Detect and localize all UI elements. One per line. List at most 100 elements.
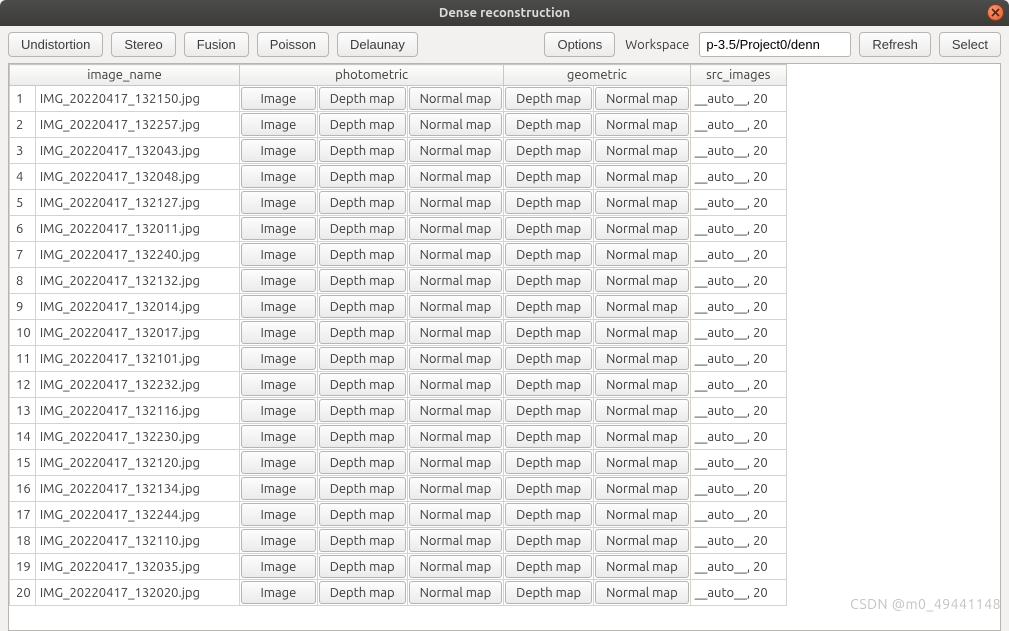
refresh-button[interactable]: Refresh: [859, 32, 931, 57]
geo-normal-button[interactable]: Normal map: [595, 165, 688, 188]
geo-normal-button[interactable]: Normal map: [595, 139, 688, 162]
geo-depth-button[interactable]: Depth map: [505, 217, 592, 240]
geo-depth-button[interactable]: Depth map: [505, 139, 592, 162]
image-button[interactable]: Image: [241, 165, 316, 188]
photo-normal-button[interactable]: Normal map: [409, 347, 502, 370]
image-button[interactable]: Image: [241, 269, 316, 292]
photo-normal-button[interactable]: Normal map: [409, 399, 502, 422]
image-button[interactable]: Image: [241, 503, 316, 526]
geo-normal-button[interactable]: Normal map: [595, 217, 688, 240]
image-button[interactable]: Image: [241, 529, 316, 552]
photo-depth-button[interactable]: Depth map: [319, 113, 406, 136]
photo-depth-button[interactable]: Depth map: [319, 165, 406, 188]
photo-depth-button[interactable]: Depth map: [319, 451, 406, 474]
photo-depth-button[interactable]: Depth map: [319, 191, 406, 214]
undistortion-button[interactable]: Undistortion: [8, 32, 103, 57]
photo-normal-button[interactable]: Normal map: [409, 373, 502, 396]
col-photometric[interactable]: photometric: [240, 65, 504, 86]
photo-normal-button[interactable]: Normal map: [409, 243, 502, 266]
photo-normal-button[interactable]: Normal map: [409, 425, 502, 448]
geo-depth-button[interactable]: Depth map: [505, 347, 592, 370]
geo-depth-button[interactable]: Depth map: [505, 113, 592, 136]
geo-normal-button[interactable]: Normal map: [595, 555, 688, 578]
image-button[interactable]: Image: [241, 581, 316, 604]
geo-normal-button[interactable]: Normal map: [595, 399, 688, 422]
photo-depth-button[interactable]: Depth map: [319, 347, 406, 370]
geo-depth-button[interactable]: Depth map: [505, 243, 592, 266]
photo-depth-button[interactable]: Depth map: [319, 425, 406, 448]
geo-depth-button[interactable]: Depth map: [505, 165, 592, 188]
geo-normal-button[interactable]: Normal map: [595, 451, 688, 474]
geo-normal-button[interactable]: Normal map: [595, 373, 688, 396]
col-src-images[interactable]: src_images: [690, 65, 786, 86]
photo-normal-button[interactable]: Normal map: [409, 269, 502, 292]
photo-normal-button[interactable]: Normal map: [409, 191, 502, 214]
image-button[interactable]: Image: [241, 243, 316, 266]
geo-normal-button[interactable]: Normal map: [595, 477, 688, 500]
geo-normal-button[interactable]: Normal map: [595, 321, 688, 344]
geo-normal-button[interactable]: Normal map: [595, 425, 688, 448]
photo-normal-button[interactable]: Normal map: [409, 87, 502, 110]
geo-normal-button[interactable]: Normal map: [595, 347, 688, 370]
photo-normal-button[interactable]: Normal map: [409, 451, 502, 474]
photo-depth-button[interactable]: Depth map: [319, 477, 406, 500]
photo-normal-button[interactable]: Normal map: [409, 529, 502, 552]
photo-depth-button[interactable]: Depth map: [319, 269, 406, 292]
geo-depth-button[interactable]: Depth map: [505, 399, 592, 422]
geo-depth-button[interactable]: Depth map: [505, 373, 592, 396]
geo-normal-button[interactable]: Normal map: [595, 243, 688, 266]
photo-depth-button[interactable]: Depth map: [319, 217, 406, 240]
image-button[interactable]: Image: [241, 191, 316, 214]
geo-normal-button[interactable]: Normal map: [595, 503, 688, 526]
image-button[interactable]: Image: [241, 113, 316, 136]
geo-depth-button[interactable]: Depth map: [505, 321, 592, 344]
image-button[interactable]: Image: [241, 321, 316, 344]
photo-depth-button[interactable]: Depth map: [319, 243, 406, 266]
image-button[interactable]: Image: [241, 477, 316, 500]
photo-depth-button[interactable]: Depth map: [319, 503, 406, 526]
photo-normal-button[interactable]: Normal map: [409, 165, 502, 188]
fusion-button[interactable]: Fusion: [184, 32, 249, 57]
table-container[interactable]: image_name photometric geometric src_ima…: [8, 63, 1001, 631]
photo-depth-button[interactable]: Depth map: [319, 399, 406, 422]
col-image-name[interactable]: image_name: [10, 65, 240, 86]
image-button[interactable]: Image: [241, 217, 316, 240]
photo-depth-button[interactable]: Depth map: [319, 373, 406, 396]
geo-normal-button[interactable]: Normal map: [595, 191, 688, 214]
image-button[interactable]: Image: [241, 555, 316, 578]
geo-normal-button[interactable]: Normal map: [595, 529, 688, 552]
image-button[interactable]: Image: [241, 87, 316, 110]
geo-depth-button[interactable]: Depth map: [505, 269, 592, 292]
photo-normal-button[interactable]: Normal map: [409, 295, 502, 318]
image-button[interactable]: Image: [241, 451, 316, 474]
photo-normal-button[interactable]: Normal map: [409, 477, 502, 500]
image-button[interactable]: Image: [241, 373, 316, 396]
photo-depth-button[interactable]: Depth map: [319, 87, 406, 110]
geo-depth-button[interactable]: Depth map: [505, 425, 592, 448]
close-icon[interactable]: [987, 4, 1004, 21]
poisson-button[interactable]: Poisson: [257, 32, 329, 57]
photo-depth-button[interactable]: Depth map: [319, 581, 406, 604]
geo-normal-button[interactable]: Normal map: [595, 295, 688, 318]
select-button[interactable]: Select: [939, 32, 1001, 57]
geo-normal-button[interactable]: Normal map: [595, 581, 688, 604]
photo-normal-button[interactable]: Normal map: [409, 321, 502, 344]
photo-depth-button[interactable]: Depth map: [319, 321, 406, 344]
photo-normal-button[interactable]: Normal map: [409, 139, 502, 162]
geo-depth-button[interactable]: Depth map: [505, 87, 592, 110]
geo-depth-button[interactable]: Depth map: [505, 581, 592, 604]
image-button[interactable]: Image: [241, 347, 316, 370]
geo-depth-button[interactable]: Depth map: [505, 477, 592, 500]
col-geometric[interactable]: geometric: [504, 65, 690, 86]
stereo-button[interactable]: Stereo: [111, 32, 175, 57]
options-button[interactable]: Options: [544, 32, 615, 57]
geo-depth-button[interactable]: Depth map: [505, 555, 592, 578]
photo-depth-button[interactable]: Depth map: [319, 139, 406, 162]
image-button[interactable]: Image: [241, 425, 316, 448]
photo-depth-button[interactable]: Depth map: [319, 295, 406, 318]
photo-normal-button[interactable]: Normal map: [409, 113, 502, 136]
image-button[interactable]: Image: [241, 139, 316, 162]
photo-normal-button[interactable]: Normal map: [409, 503, 502, 526]
geo-normal-button[interactable]: Normal map: [595, 113, 688, 136]
geo-depth-button[interactable]: Depth map: [505, 295, 592, 318]
